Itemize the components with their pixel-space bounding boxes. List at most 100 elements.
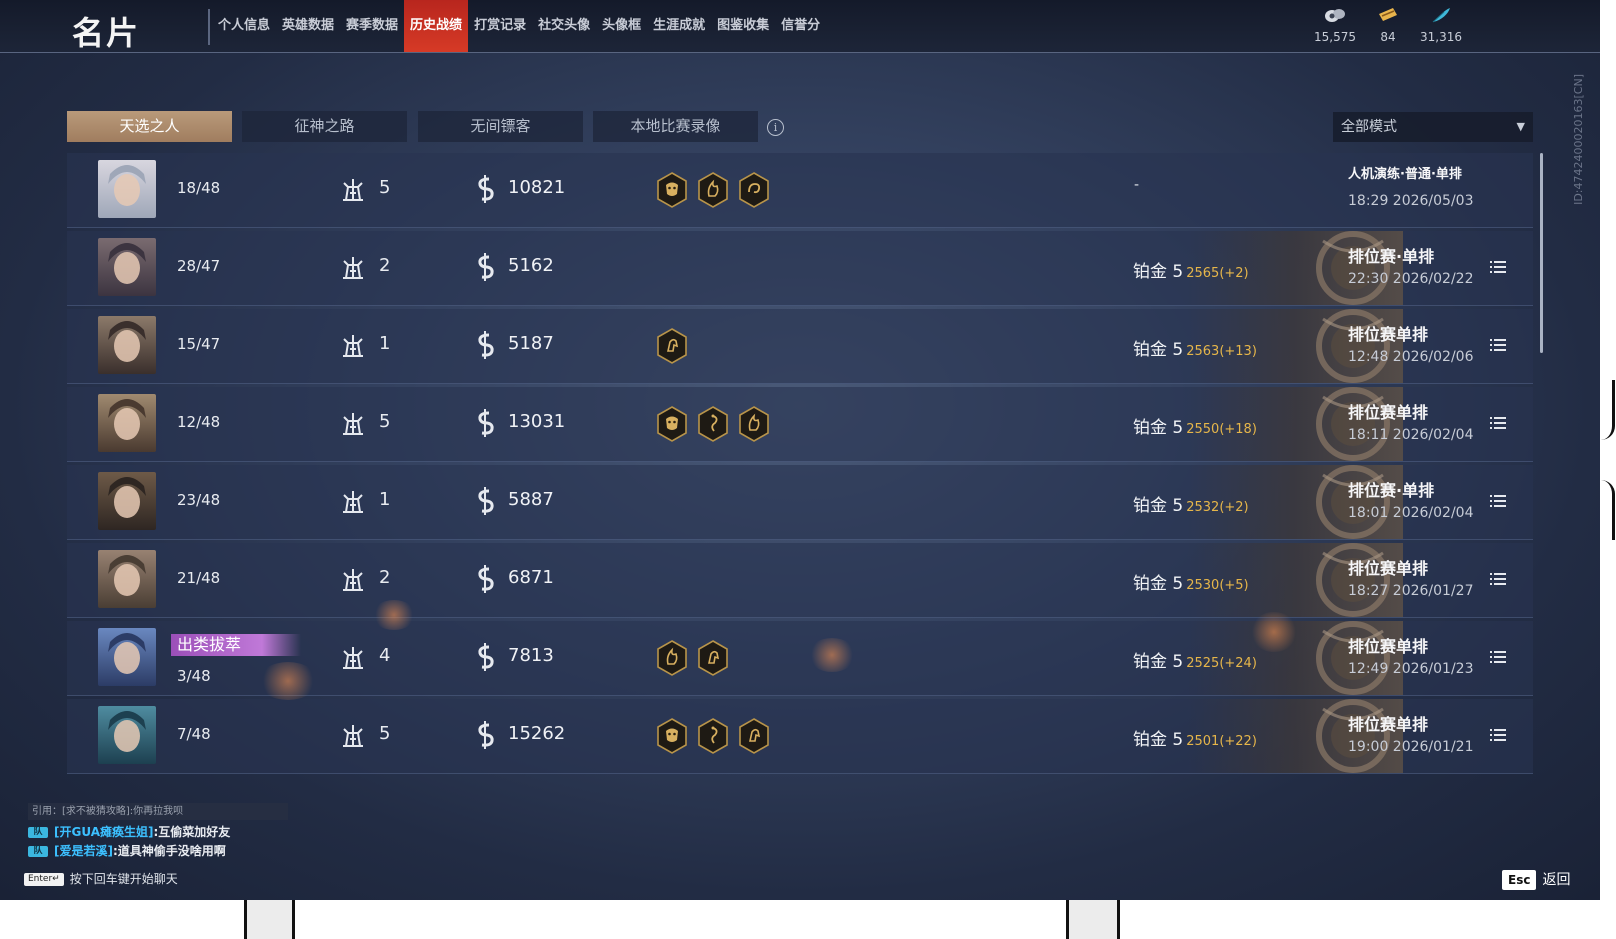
match-time: 12:48 2026/02/06: [1348, 349, 1474, 365]
tower-icon: [343, 179, 363, 201]
currency-tickets: 84: [1358, 6, 1418, 44]
match-row[interactable]: 12/48 5 13031 铂金 5 2550(+18) 排位赛单排 18:11 2026/…: [67, 387, 1533, 462]
nav-tab-7[interactable]: 生涯成就: [647, 0, 711, 52]
match-mode: 排位赛单排: [1348, 559, 1429, 578]
rank-tier: 铂金 5: [1133, 496, 1184, 516]
detail-list-icon[interactable]: [1490, 416, 1506, 430]
tower-icon: [343, 647, 363, 669]
demon-mask-medal-icon[interactable]: [656, 172, 688, 212]
horse-medal-icon[interactable]: [656, 328, 688, 368]
match-time: 19:00 2026/01/21: [1348, 739, 1474, 755]
tab-tianxuan[interactable]: 天选之人: [67, 111, 232, 142]
hero-avatar: [98, 706, 156, 764]
nav-tab-2[interactable]: 赛季数据: [340, 0, 404, 52]
nav-tab-8[interactable]: 图鉴收集: [711, 0, 775, 52]
rank-empty: -: [1134, 177, 1140, 193]
tower-icon: [343, 257, 363, 279]
nav-tab-3[interactable]: 历史战绩: [404, 0, 469, 52]
lantern-glow: [1250, 612, 1298, 652]
hero-avatar: [98, 550, 156, 608]
swirl-medal-icon[interactable]: [738, 172, 770, 212]
rank-info: 铂金 5 2530(+5): [1133, 569, 1249, 594]
rank-info: 铂金 5 2563(+13): [1133, 335, 1257, 360]
chevron-down-icon: ▼: [1516, 120, 1525, 133]
currency-coins-value: 15,575: [1314, 30, 1356, 44]
coin-icon: [478, 253, 494, 281]
ticket-icon: [1358, 6, 1418, 30]
tower-count: 5: [379, 723, 391, 744]
rank-tier: 铂金 5: [1133, 730, 1184, 750]
chat-user[interactable]: [开GUA瘫痪生姐]: [54, 825, 153, 839]
team-channel-icon: 队: [28, 846, 48, 857]
mode-filter-select[interactable]: 全部模式 ▼: [1333, 112, 1533, 142]
match-mode: 人机演练·普通·单排: [1348, 167, 1462, 182]
flame-medal-icon[interactable]: [697, 172, 729, 212]
rank-points: 2501(+22): [1186, 734, 1257, 749]
chat-user[interactable]: [爱是若溪]: [54, 844, 113, 858]
monitor-stand-left: [244, 900, 295, 939]
match-time: 18:11 2026/02/04: [1348, 427, 1474, 443]
match-row[interactable]: 21/48 2 6871 铂金 5 2530(+5) 排位赛单排 18:27 2026/01…: [67, 543, 1533, 618]
rank-tier: 铂金 5: [1133, 340, 1184, 360]
tab-zhengshen[interactable]: 征神之路: [242, 111, 407, 142]
tower-count: 1: [379, 489, 391, 510]
nav-tab-9[interactable]: 信誉分: [775, 0, 826, 52]
rank-tier: 铂金 5: [1133, 574, 1184, 594]
tower-icon: [343, 569, 363, 591]
match-row[interactable]: 7/48 5 15262 铂金 5 2501(+22) 排位赛单排 19:00 2026/0…: [67, 699, 1533, 774]
list-scrollbar[interactable]: [1540, 153, 1543, 353]
coin-count: 15262: [508, 723, 566, 744]
dragon-medal-icon[interactable]: [697, 718, 729, 758]
top-bar: 名片 个人信息 英雄数据 赛季数据 历史战绩 打赏记录 社交头像 头像框 生涯成就 图鉴收集 信誉…: [0, 0, 1600, 53]
nav-tab-6[interactable]: 头像框: [596, 0, 647, 52]
detail-list-icon[interactable]: [1490, 494, 1506, 508]
chat-input-hint[interactable]: Enter↵ 按下回车键开始聊天: [24, 870, 178, 887]
back-button[interactable]: Esc 返回: [1502, 869, 1570, 890]
match-row[interactable]: 28/47 2 5162 铂金 5 2565(+2) 排位赛·单排 22:30 2026/0…: [67, 231, 1533, 306]
kill-death: 3/48: [177, 667, 211, 685]
rank-info: 铂金 5 2525(+24): [1133, 647, 1257, 672]
detail-list-icon[interactable]: [1490, 260, 1506, 274]
nav-tab-1[interactable]: 英雄数据: [276, 0, 340, 52]
rank-points: 2565(+2): [1186, 266, 1249, 281]
demon-mask-medal-icon[interactable]: [656, 406, 688, 446]
flame-medal-icon[interactable]: [656, 640, 688, 680]
match-row[interactable]: 18/48 5 10821 - 人机演练·普通·单排 18:29 2026/05/03: [67, 153, 1533, 228]
flame-medal-icon[interactable]: [738, 406, 770, 446]
dragon-medal-icon[interactable]: [697, 406, 729, 446]
nav-tab-4[interactable]: 打赏记录: [468, 0, 532, 52]
honor-tag: 出类拔萃: [171, 634, 301, 656]
tower-count: 2: [379, 255, 391, 276]
chat-text: :互偷菜加好友: [153, 825, 231, 839]
rank-points: 2532(+2): [1186, 500, 1249, 515]
rank-points: 2550(+18): [1186, 422, 1257, 437]
tab-wujian[interactable]: 无间镖客: [418, 111, 583, 142]
chat-quote: 引用：[求不被猜攻略]:你再拉我呗: [28, 803, 288, 820]
demon-mask-medal-icon[interactable]: [656, 718, 688, 758]
detail-list-icon[interactable]: [1490, 728, 1506, 742]
match-mode: 排位赛·单排: [1348, 481, 1435, 500]
match-time: 12:49 2026/01/23: [1348, 661, 1474, 677]
match-row[interactable]: 23/48 1 5887 铂金 5 2532(+2) 排位赛·单排 18:01 2026/0…: [67, 465, 1533, 540]
detail-list-icon[interactable]: [1490, 572, 1506, 586]
rank-info: 铂金 5 2565(+2): [1133, 257, 1249, 282]
nav-tab-0[interactable]: 个人信息: [212, 0, 276, 52]
page-edge-curve: [1598, 380, 1615, 440]
tower-count: 1: [379, 333, 391, 354]
hero-avatar: [98, 316, 156, 374]
info-icon[interactable]: i: [767, 119, 784, 136]
page-edge-curve: [1598, 480, 1615, 540]
tab-local-replay[interactable]: 本地比赛录像: [593, 111, 758, 142]
monitor-stand-right: [1066, 900, 1120, 939]
horse-medal-icon[interactable]: [738, 718, 770, 758]
detail-list-icon[interactable]: [1490, 338, 1506, 352]
horse-medal-icon[interactable]: [697, 640, 729, 680]
chat-message: 队 [开GUA瘫痪生姐]:互偷菜加好友: [28, 823, 288, 842]
rank-tier: 铂金 5: [1133, 652, 1184, 672]
coin-count: 5187: [508, 333, 554, 354]
detail-list-icon[interactable]: [1490, 650, 1506, 664]
rank-points: 2530(+5): [1186, 578, 1249, 593]
match-row[interactable]: 15/47 1 5187 铂金 5 2563(+13) 排位赛单排 12:48 2026/0…: [67, 309, 1533, 384]
nav-tab-5[interactable]: 社交头像: [532, 0, 596, 52]
back-label: 返回: [1542, 872, 1571, 888]
